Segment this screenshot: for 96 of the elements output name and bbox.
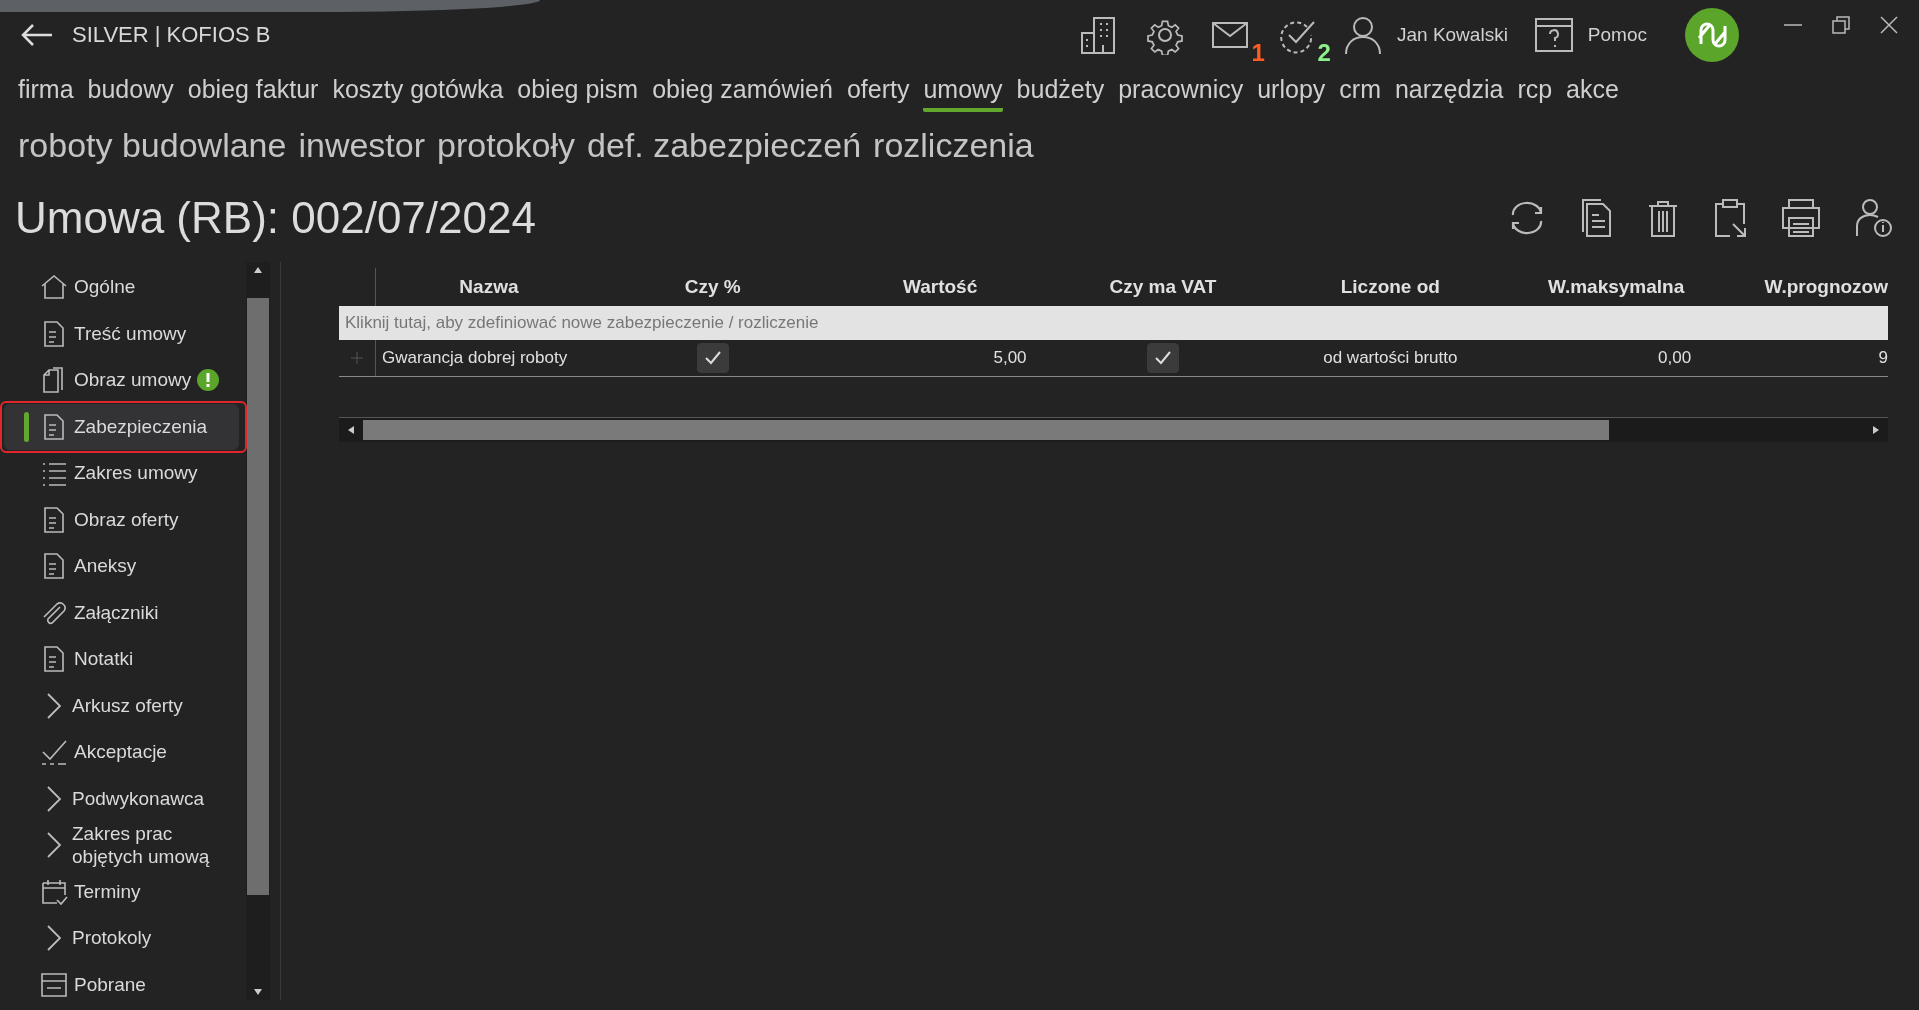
page-title: Umowa (RB): 002/07/2024 — [15, 193, 536, 243]
horizontal-scrollbar[interactable] — [339, 417, 1888, 442]
subnav-tab[interactable]: def. zabezpieczeń — [587, 125, 862, 165]
sidebar-item[interactable]: Treść umowy — [4, 310, 239, 357]
sidebar-item[interactable]: Aneksy — [4, 543, 239, 590]
nav-tab[interactable]: umowy — [923, 74, 1003, 112]
mail-count: 1 — [1251, 39, 1265, 67]
column-header[interactable]: W.maksymalna — [1511, 276, 1722, 298]
sidebar-label: Zabezpieczenia — [74, 414, 208, 439]
table-cell-text: 0,00 — [1657, 348, 1693, 368]
table-cell-text: Gwarancja dobrej roboty — [381, 348, 569, 368]
documents-icon[interactable] — [1581, 198, 1613, 238]
new-row-field[interactable]: Kliknij tutaj, aby zdefiniować nowe zabezpieczenie / rozliczenie — [339, 306, 1888, 340]
nav-tab[interactable]: budowy — [87, 74, 174, 112]
trash-icon[interactable] — [1647, 198, 1679, 238]
sidebar-item[interactable]: Zakres umowy — [4, 450, 239, 497]
user-icon[interactable] — [1342, 15, 1383, 55]
nav-tab[interactable]: oferty — [846, 74, 910, 112]
nav-tab[interactable]: crm — [1339, 74, 1381, 112]
sidebar-label: Akceptacje — [74, 740, 167, 765]
sidebar-label: Aneksy — [74, 554, 137, 579]
sidebar-label: Notatki — [74, 647, 134, 672]
nav-tab[interactable]: akce — [1566, 74, 1619, 112]
check-icon — [1153, 350, 1172, 366]
sidebar-item[interactable]: Arkusz oferty — [4, 682, 239, 729]
logo-icon — [1685, 8, 1739, 62]
column-header[interactable]: Nazwa — [376, 276, 602, 298]
sidebar-label: Terminy — [74, 879, 141, 904]
column-header[interactable]: W.prognozow — [1721, 276, 1888, 298]
sidebar-label: Protokoly — [72, 926, 152, 951]
sidebar-item[interactable]: Notatki — [4, 636, 239, 683]
sidebar-label: Arkusz oferty — [72, 693, 183, 718]
nav-tab[interactable]: obieg faktur — [187, 74, 319, 112]
column-header[interactable]: Czy ma VAT — [1056, 276, 1270, 298]
nav-tab[interactable]: firma — [18, 74, 74, 112]
scroll-up-icon[interactable] — [253, 266, 263, 274]
sidebar-label: Obraz oferty — [74, 507, 179, 532]
column-header[interactable]: Czy % — [601, 276, 824, 298]
nav-tab[interactable]: obieg zamówień — [652, 74, 833, 112]
app-title: SILVER | KOFIOS B — [72, 22, 271, 48]
sidebar-label: Zakres prac objętych umową — [72, 821, 211, 869]
subnav-tab[interactable]: inwestor — [298, 125, 426, 165]
help-window-icon[interactable] — [1533, 17, 1574, 53]
printer-icon[interactable] — [1781, 198, 1821, 238]
vertical-scrollbar[interactable] — [246, 262, 270, 1000]
selection-bar — [24, 411, 29, 442]
user-name[interactable]: Jan Kowalski — [1396, 24, 1508, 46]
check-icon — [40, 738, 68, 767]
sidebar-item[interactable]: Protokoly — [4, 915, 239, 962]
subnav-tab[interactable]: roboty budowlane — [18, 125, 287, 165]
nav-tab[interactable]: obieg pism — [517, 74, 639, 112]
nav-tab[interactable]: narzędzia — [1394, 74, 1504, 112]
sidebar-item[interactable]: Pobrane — [4, 961, 239, 1008]
nav-tab[interactable]: budżety — [1016, 74, 1105, 112]
check-icon — [703, 350, 722, 366]
sidebar-label: Zakres umowy — [74, 461, 198, 486]
task-count: 2 — [1317, 39, 1331, 67]
nav-tab[interactable]: urlopy — [1257, 74, 1326, 112]
checkbox[interactable] — [1146, 343, 1179, 373]
nav-tab[interactable]: koszty gotówka — [332, 74, 504, 112]
calendar-icon — [40, 877, 68, 906]
sidebar-item[interactable]: Podwykonawca — [4, 775, 239, 822]
sidebar-item[interactable]: Akceptacje — [4, 729, 239, 776]
column-header[interactable]: Wartość — [823, 276, 1057, 298]
column-header[interactable]: Liczone od — [1269, 276, 1512, 298]
sidebar-item[interactable]: Obraz oferty — [4, 496, 239, 543]
sidebar-label: Treść umowy — [74, 321, 187, 346]
home-icon — [40, 273, 68, 302]
table-cell-text: 9 — [1877, 348, 1888, 368]
subnav-tab[interactable]: rozliczenia — [873, 125, 1034, 165]
checkbox[interactable] — [696, 343, 729, 373]
sidebar-item[interactable]: Terminy — [4, 868, 239, 915]
sidebar-label: Ogólne — [74, 275, 136, 300]
help-link[interactable]: Pomoc — [1587, 24, 1647, 46]
sidebar-item[interactable]: Zakres prac objętych umową — [4, 822, 239, 869]
scroll-down-icon[interactable] — [253, 988, 263, 996]
scroll-left-icon[interactable] — [347, 425, 355, 435]
tray-icon — [40, 970, 68, 999]
sidebar-item[interactable]: Ogólne — [4, 264, 239, 311]
table-cell-text: od wartości brutto — [1322, 348, 1459, 368]
back-arrow-icon[interactable] — [20, 23, 54, 47]
nav-tab[interactable]: pracownicy — [1118, 74, 1244, 112]
close-icon[interactable] — [1879, 15, 1899, 35]
user-info-icon[interactable] — [1855, 198, 1893, 238]
scroll-right-icon[interactable] — [1872, 425, 1880, 435]
sidebar-item[interactable]: Obraz umowy — [4, 357, 239, 404]
sidebar-item[interactable]: Załączniki — [4, 589, 239, 636]
nav-tab[interactable]: rcp — [1517, 74, 1553, 112]
subnav-tab[interactable]: protokoły — [437, 125, 575, 165]
clipboard-arrow-icon[interactable] — [1713, 198, 1747, 238]
table-cell-text: 5,00 — [992, 348, 1028, 368]
sidebar-label: Obraz umowy — [74, 368, 192, 393]
sidebar-label: Załączniki — [74, 600, 159, 625]
sidebar-label: Podwykonawca — [72, 786, 205, 811]
sidebar-label: Pobrane — [74, 972, 146, 997]
restore-icon[interactable] — [1831, 15, 1851, 35]
